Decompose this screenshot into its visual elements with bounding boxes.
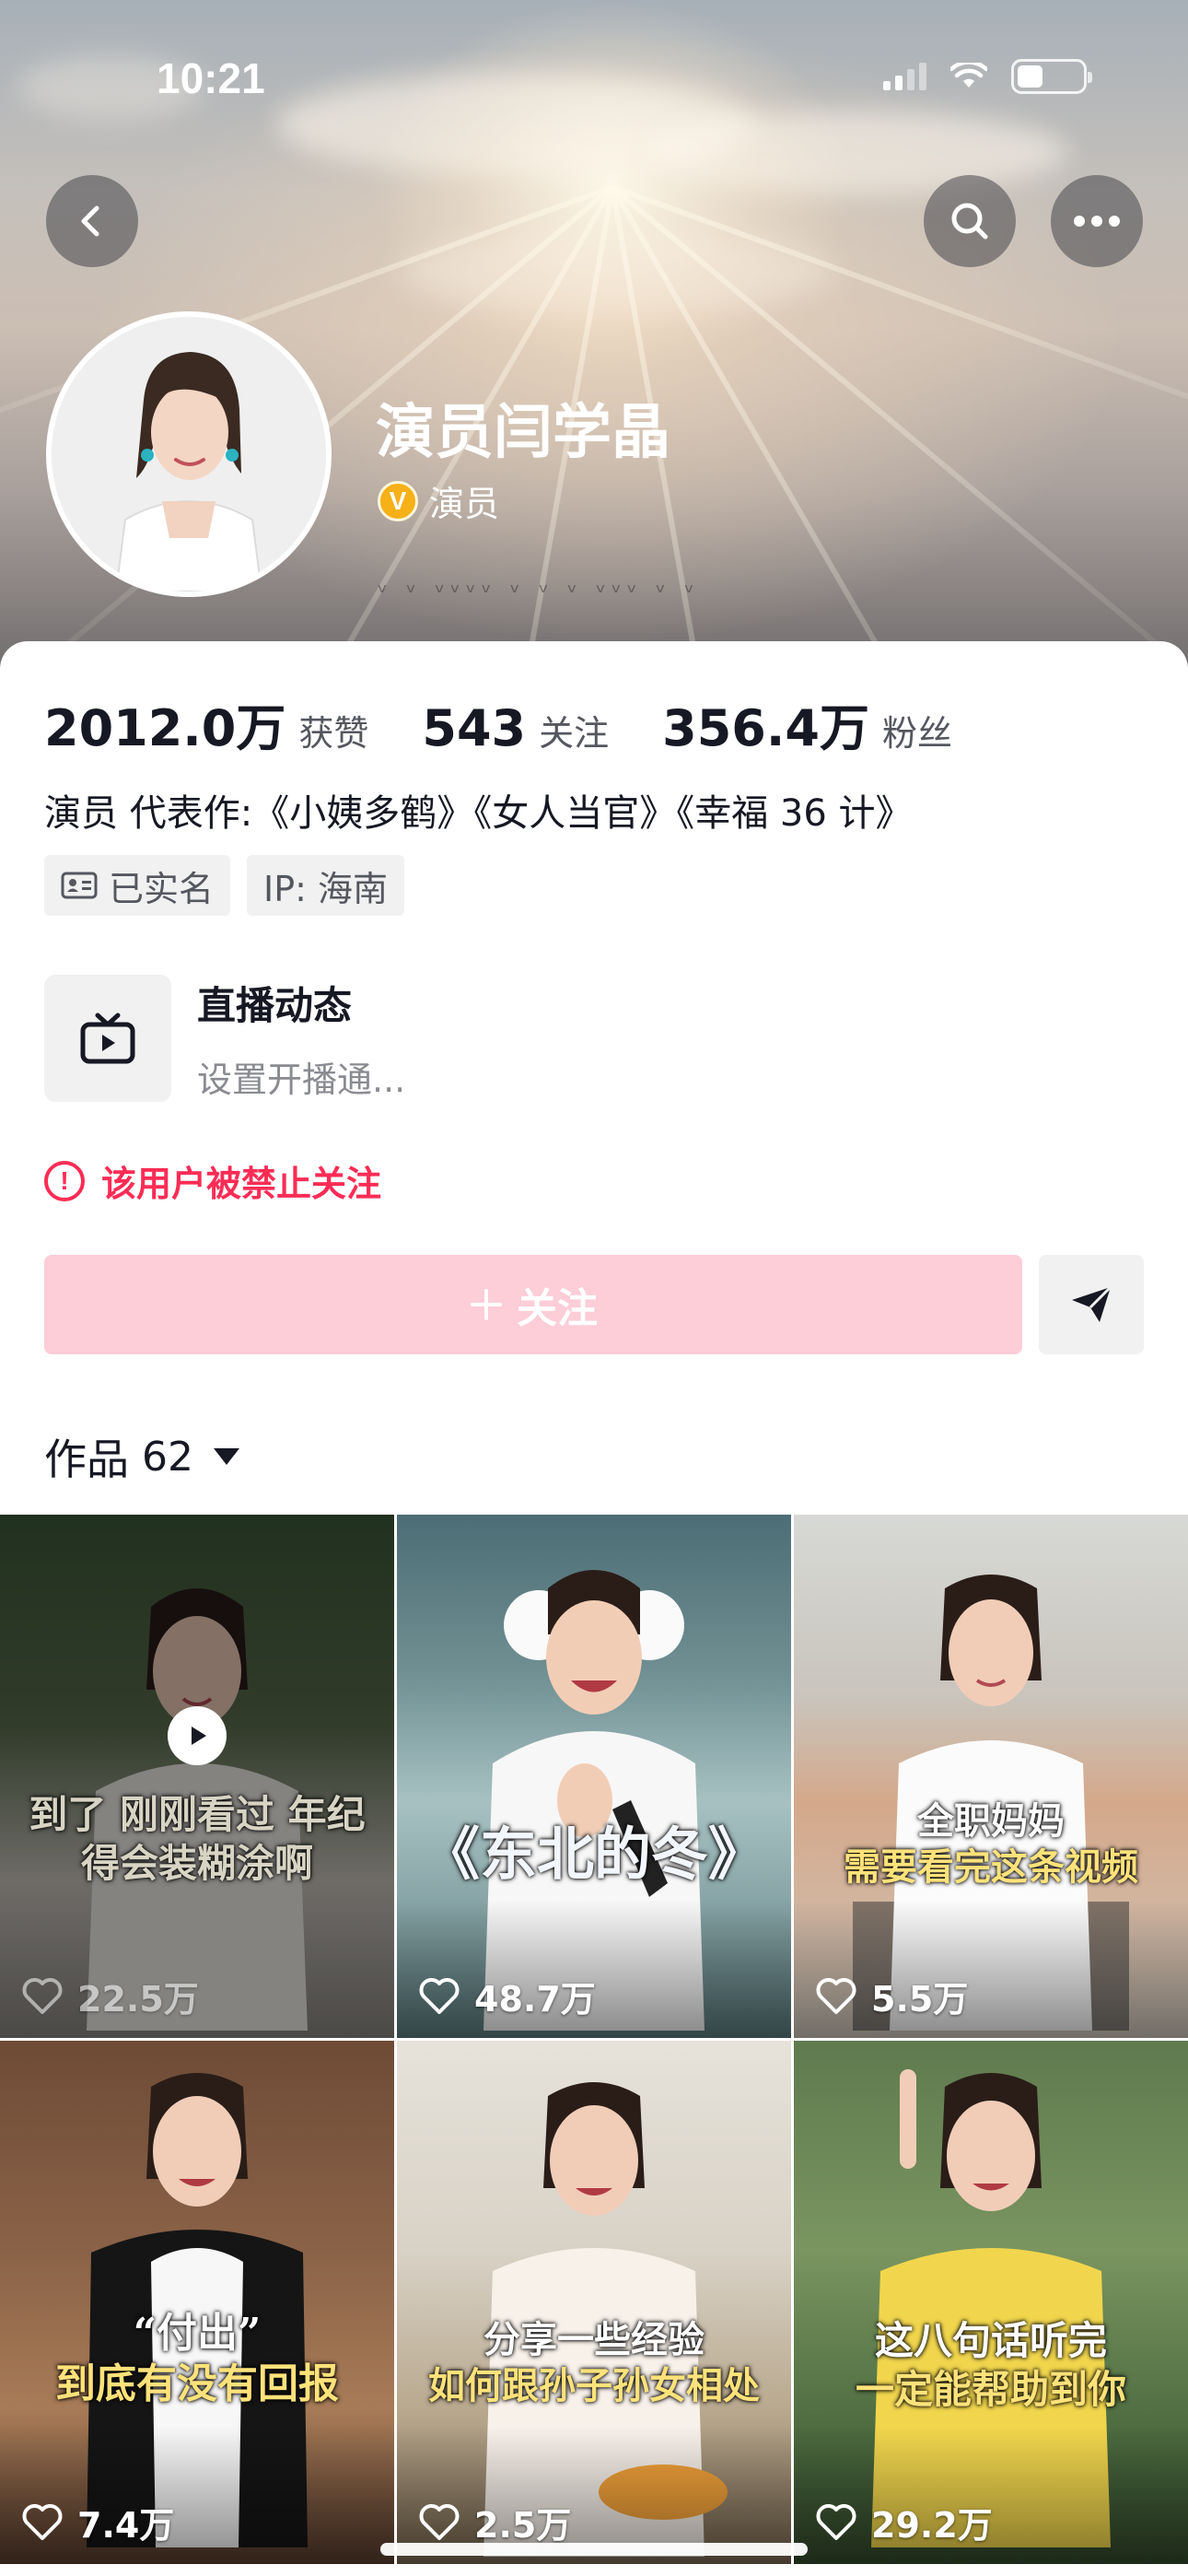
status-icons (883, 59, 1092, 94)
live-subtitle: 设置开播通... (197, 1060, 406, 1100)
video-likes: 29.2万 (816, 2497, 993, 2547)
following-label: 关注 (539, 713, 610, 754)
video-tile[interactable]: “付出” 到底有没有回报 7.4万 (0, 2041, 394, 2564)
video-tile[interactable]: 分享一些经验 如何跟孙子孙女相处 2.5万 (397, 2041, 791, 2564)
caret-down-icon (214, 1448, 239, 1465)
profile-tags: 已实名 IP: 海南 (44, 855, 405, 916)
verified-label: 演员 (429, 484, 500, 524)
heart-icon (419, 1977, 460, 2014)
play-icon (168, 1706, 227, 1765)
video-caption: 到了 刚刚看过 年纪 得会装糊涂啊 (29, 1792, 366, 1886)
profile-name: 演员闫学晶 (376, 399, 670, 467)
follow-banned-notice: ! 该用户被禁止关注 (44, 1155, 381, 1206)
heart-icon (419, 2503, 460, 2540)
avatar[interactable] (46, 311, 332, 597)
live-title: 直播动态 (197, 983, 353, 1028)
video-likes: 2.5万 (419, 2497, 571, 2547)
video-caption: 分享一些经验 如何跟孙子孙女相处 (428, 2318, 760, 2407)
followers-label: 粉丝 (881, 713, 952, 754)
plus-icon (471, 1289, 502, 1320)
works-label: 作品 (44, 1434, 129, 1484)
tv-icon (44, 975, 171, 1102)
video-likes: 48.7万 (419, 1971, 596, 2021)
more-icon (1074, 216, 1120, 227)
video-likes: 5.5万 (816, 1971, 968, 2021)
video-tile[interactable]: 到了 刚刚看过 年纪 得会装糊涂啊 22.5万 (0, 1515, 394, 2038)
real-name-label: 已实名 (109, 868, 215, 909)
works-count: 62 (142, 1433, 193, 1481)
video-tile[interactable]: 这八句话听完 一定能帮助到你 29.2万 (794, 2041, 1188, 2564)
following-count[interactable]: 543 (422, 699, 526, 757)
followers-count[interactable]: 356.4万 (662, 687, 869, 760)
verified-badge[interactable]: V 演员 (378, 475, 499, 526)
ip-location-tag: IP: 海南 (247, 855, 405, 916)
video-caption: 全职妈妈 需要看完这条视频 (844, 1799, 1138, 1889)
battery-icon (1011, 59, 1092, 94)
video-caption: 这八句话听完 一定能帮助到你 (855, 2318, 1126, 2412)
real-name-tag[interactable]: 已实名 (44, 855, 231, 916)
video-likes: 7.4万 (22, 2497, 174, 2547)
share-button[interactable] (1039, 1255, 1144, 1354)
banned-text: 该用户被禁止关注 (101, 1164, 382, 1204)
wifi-icon (950, 63, 987, 88)
search-icon (951, 203, 988, 240)
video-likes: 22.5万 (22, 1971, 199, 2021)
ip-location-label: IP: 海南 (263, 868, 389, 909)
back-button[interactable] (46, 175, 138, 267)
more-button[interactable] (1051, 175, 1143, 267)
signal-icon (883, 63, 926, 90)
video-tile[interactable]: 全职妈妈 需要看完这条视频 5.5万 (794, 1515, 1188, 2038)
follow-button[interactable]: 关注 (44, 1255, 1022, 1354)
stats-row: 2012.0万 获赞 543 关注 356.4万 粉丝 (44, 687, 1006, 760)
follow-label: 关注 (517, 1285, 598, 1332)
likes-count[interactable]: 2012.0万 (44, 687, 285, 760)
heart-icon (816, 2503, 856, 2540)
video-caption: “付出” 到底有没有回报 (55, 2310, 339, 2407)
heart-icon (22, 1977, 63, 2014)
status-time: 10:21 (157, 54, 265, 102)
verified-icon: V (378, 480, 418, 521)
id-card-icon (61, 872, 98, 899)
avatar-portrait (52, 317, 326, 591)
video-grid: 到了 刚刚看过 年纪 得会装糊涂啊 22.5万 《东北的冬》 48.7万 全职妈… (0, 1515, 1188, 2564)
search-button[interactable] (924, 175, 1016, 267)
send-icon (1072, 1285, 1112, 1322)
tab-works[interactable]: 作品 62 (44, 1426, 239, 1487)
heart-icon (816, 1977, 856, 2014)
live-entry[interactable]: 直播动态 设置开播通... (44, 975, 405, 1102)
heart-icon (22, 2503, 63, 2540)
likes-label: 获赞 (298, 713, 369, 754)
warning-icon: ! (44, 1160, 85, 1201)
video-tile[interactable]: 《东北的冬》 48.7万 (397, 1515, 791, 2038)
bio-text: 演员 代表作:《小姨多鹤》《女人当官》《幸福 36 计》 (44, 792, 913, 835)
back-icon (81, 205, 99, 237)
video-caption: 《东北的冬》 (422, 1821, 765, 1888)
home-indicator[interactable] (380, 2543, 808, 2556)
birds-decoration: ᵥ ᵥ ᵥᵥᵥᵥ ᵥ ᵥ ᵥ ᵥᵥᵥ ᵥ ᵥ (378, 571, 700, 599)
